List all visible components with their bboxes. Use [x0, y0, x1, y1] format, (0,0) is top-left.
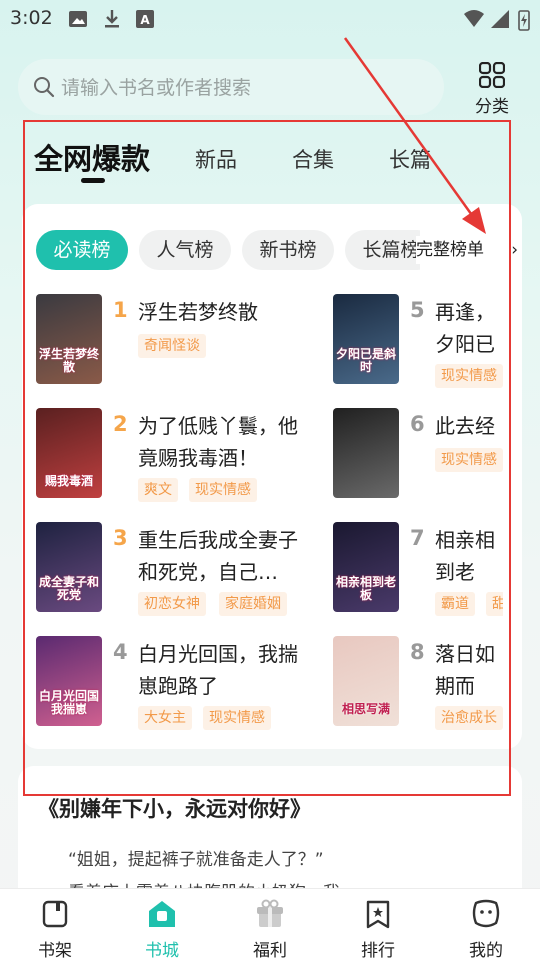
profile-icon	[472, 899, 500, 928]
bookshelf-icon	[42, 900, 68, 928]
status-time: 3:02	[10, 7, 53, 29]
bottom-nav: 书架 书城 福利 排行 我的	[0, 888, 540, 960]
svg-text:A: A	[140, 13, 150, 27]
app-notification-icon: A	[136, 10, 154, 28]
nav-bookstore-label: 书城	[145, 941, 179, 960]
nav-profile-label: 我的	[469, 941, 503, 960]
signal-icon	[491, 10, 509, 28]
battery-icon	[518, 10, 530, 31]
wifi-icon	[464, 10, 484, 27]
search-input[interactable]: 请输入书名或作者搜索	[18, 59, 444, 115]
nav-welfare[interactable]: 福利	[230, 889, 310, 960]
nav-bookstore[interactable]: 书城	[122, 889, 202, 960]
search-placeholder: 请输入书名或作者搜索	[61, 77, 252, 99]
nav-ranking-label: 排行	[361, 941, 395, 960]
bookstore-icon	[149, 901, 175, 927]
chevron-right-icon: ›	[511, 240, 518, 260]
gift-icon	[257, 899, 283, 927]
category-label: 分类	[475, 97, 509, 117]
nav-profile[interactable]: 我的	[446, 889, 526, 960]
nav-ranking[interactable]: 排行	[338, 889, 418, 960]
recommendation-quote: “姐姐，提起裤子就准备走人了？”	[68, 850, 324, 870]
ranking-icon	[366, 900, 390, 929]
search-icon	[34, 77, 55, 98]
nav-bookshelf[interactable]: 书架	[15, 889, 95, 960]
annotation-highlight-box	[23, 120, 511, 796]
nav-bookshelf-label: 书架	[38, 941, 72, 960]
download-notification-icon	[105, 10, 119, 28]
category-button[interactable]: 分类	[466, 60, 518, 117]
nav-welfare-label: 福利	[253, 941, 287, 960]
grid-icon	[479, 62, 505, 88]
recommendation-title: 《别嫌年下小，永远对你好》	[38, 797, 311, 821]
image-notification-icon	[69, 11, 87, 27]
status-bar: 3:02 A	[0, 0, 540, 40]
